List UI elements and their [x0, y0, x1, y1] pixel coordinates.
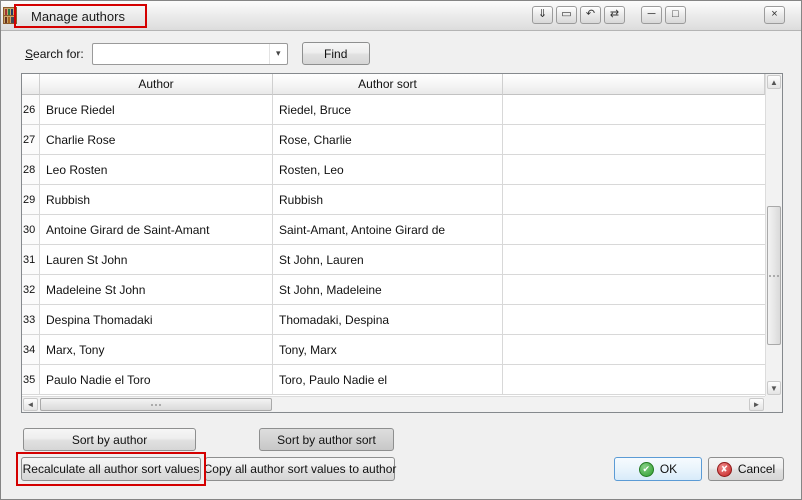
author-sort-cell[interactable]: Rosten, Leo — [273, 155, 503, 185]
row-number: 31 — [22, 245, 40, 275]
table-row[interactable]: 32 Madeleine St John St John, Madeleine — [22, 275, 765, 305]
author-sort-cell[interactable]: Saint-Amant, Antoine Girard de — [273, 215, 503, 245]
row-number: 34 — [22, 335, 40, 365]
window-title: Manage authors — [31, 9, 125, 24]
author-cell[interactable]: Leo Rosten — [40, 155, 273, 185]
table-row[interactable]: 26 Bruce Riedel Riedel, Bruce — [22, 95, 765, 125]
table-row[interactable]: 34 Marx, Tony Tony, Marx — [22, 335, 765, 365]
vertical-scrollbar[interactable]: ▲ ▼ — [765, 74, 782, 396]
table-row[interactable]: 31 Lauren St John St John, Lauren — [22, 245, 765, 275]
ok-button[interactable]: ✔ OK — [614, 457, 702, 481]
copy-author-sort-button[interactable]: Copy all author sort values to author — [204, 457, 396, 481]
author-sort-cell[interactable]: Toro, Paulo Nadie el — [273, 365, 503, 395]
sort-by-author-sort-button[interactable]: Sort by author sort — [259, 428, 394, 451]
horizontal-scrollbar[interactable]: ◄ ► — [22, 396, 765, 412]
extra-cell[interactable] — [503, 305, 765, 335]
extra-cell[interactable] — [503, 95, 765, 125]
titlebar[interactable]: Manage authors ⇓ ▭ ↶ ⇄ ─ □ × — [1, 1, 801, 31]
row-number: 26 — [22, 95, 40, 125]
row-number: 28 — [22, 155, 40, 185]
table-row[interactable]: 30 Antoine Girard de Saint-Amant Saint-A… — [22, 215, 765, 245]
extra-cell[interactable] — [503, 365, 765, 395]
author-cell[interactable]: Madeleine St John — [40, 275, 273, 305]
table-row[interactable]: 33 Despina Thomadaki Thomadaki, Despina — [22, 305, 765, 335]
author-sort-cell[interactable]: Rubbish — [273, 185, 503, 215]
table-row[interactable]: 29 Rubbish Rubbish — [22, 185, 765, 215]
recalculate-author-sort-button[interactable]: Recalculate all author sort values — [21, 457, 201, 481]
table-row[interactable]: 28 Leo Rosten Rosten, Leo — [22, 155, 765, 185]
table-viewport: Author Author sort 26 Bruce Riedel Riede… — [22, 74, 765, 396]
thumb-grip-icon — [773, 274, 775, 277]
search-label: Search for: — [25, 46, 84, 61]
cancel-button[interactable]: ✘ Cancel — [708, 457, 784, 481]
horizontal-scrollbar-thumb[interactable] — [40, 398, 272, 411]
extra-cell[interactable] — [503, 155, 765, 185]
scroll-up-icon[interactable]: ▲ — [767, 75, 781, 89]
author-sort-column-header[interactable]: Author sort — [273, 74, 503, 95]
scroll-left-icon[interactable]: ◄ — [23, 398, 38, 411]
author-cell[interactable]: Charlie Rose — [40, 125, 273, 155]
extra-cell[interactable] — [503, 245, 765, 275]
chevron-down-icon: ▾ — [275, 48, 281, 58]
row-number: 35 — [22, 365, 40, 395]
scroll-right-icon[interactable]: ► — [749, 398, 764, 411]
extra-cell[interactable] — [503, 125, 765, 155]
horizontal-scrollbar-track[interactable] — [39, 397, 748, 412]
ok-label: OK — [659, 462, 678, 476]
author-cell[interactable]: Paulo Nadie el Toro — [40, 365, 273, 395]
row-number: 33 — [22, 305, 40, 335]
window-controls: ⇓ ▭ ↶ ⇄ ─ □ × — [529, 6, 785, 24]
author-sort-cell[interactable]: St John, Madeleine — [273, 275, 503, 305]
extra-cell[interactable] — [503, 215, 765, 245]
row-number: 29 — [22, 185, 40, 215]
shade-button[interactable]: ▭ — [556, 6, 577, 24]
author-column-header[interactable]: Author — [40, 74, 273, 95]
search-row: Search for: ▾ Find — [25, 42, 370, 65]
vertical-scrollbar-track[interactable] — [766, 90, 782, 380]
find-button[interactable]: Find — [301, 42, 370, 65]
manage-authors-dialog: Manage authors ⇓ ▭ ↶ ⇄ ─ □ × Search for:… — [0, 0, 802, 500]
extra-cell[interactable] — [503, 185, 765, 215]
scroll-down-icon[interactable]: ▼ — [767, 381, 781, 395]
author-sort-cell[interactable]: Thomadaki, Despina — [273, 305, 503, 335]
scrollbar-corner — [765, 396, 782, 412]
author-sort-cell[interactable]: St John, Lauren — [273, 245, 503, 275]
extra-column-header[interactable] — [503, 74, 765, 95]
keep-above-button[interactable]: ⇓ — [532, 6, 553, 24]
table-row[interactable]: 35 Paulo Nadie el Toro Toro, Paulo Nadie… — [22, 365, 765, 395]
authors-table: Author Author sort 26 Bruce Riedel Riede… — [21, 73, 783, 413]
author-sort-cell[interactable]: Riedel, Bruce — [273, 95, 503, 125]
author-cell[interactable]: Marx, Tony — [40, 335, 273, 365]
search-combobox[interactable]: ▾ — [91, 42, 288, 65]
author-cell[interactable]: Rubbish — [40, 185, 273, 215]
author-cell[interactable]: Lauren St John — [40, 245, 273, 275]
author-cell[interactable]: Bruce Riedel — [40, 95, 273, 125]
ok-check-icon: ✔ — [638, 461, 654, 477]
row-number: 32 — [22, 275, 40, 305]
cancel-cross-icon: ✘ — [716, 461, 732, 477]
author-sort-cell[interactable]: Rose, Charlie — [273, 125, 503, 155]
corner-header — [22, 74, 40, 95]
table-row[interactable]: 27 Charlie Rose Rose, Charlie — [22, 125, 765, 155]
combo-dropdown-button[interactable]: ▾ — [268, 43, 287, 64]
author-cell[interactable]: Despina Thomadaki — [40, 305, 273, 335]
sort-by-author-button[interactable]: Sort by author — [23, 428, 196, 451]
table-header-row: Author Author sort — [22, 74, 765, 95]
row-number: 27 — [22, 125, 40, 155]
row-number: 30 — [22, 215, 40, 245]
minimize-button[interactable]: ─ — [641, 6, 662, 24]
close-button[interactable]: × — [764, 6, 785, 24]
vertical-scrollbar-thumb[interactable] — [767, 206, 781, 346]
maximize-button[interactable]: □ — [665, 6, 686, 24]
extra-cell[interactable] — [503, 335, 765, 365]
move-button[interactable]: ⇄ — [604, 6, 625, 24]
author-cell[interactable]: Antoine Girard de Saint-Amant — [40, 215, 273, 245]
author-sort-cell[interactable]: Tony, Marx — [273, 335, 503, 365]
thumb-grip-icon — [155, 403, 157, 406]
search-input[interactable] — [92, 43, 269, 64]
extra-cell[interactable] — [503, 275, 765, 305]
app-icon — [3, 7, 19, 25]
undo-button[interactable]: ↶ — [580, 6, 601, 24]
cancel-label: Cancel — [737, 462, 776, 476]
